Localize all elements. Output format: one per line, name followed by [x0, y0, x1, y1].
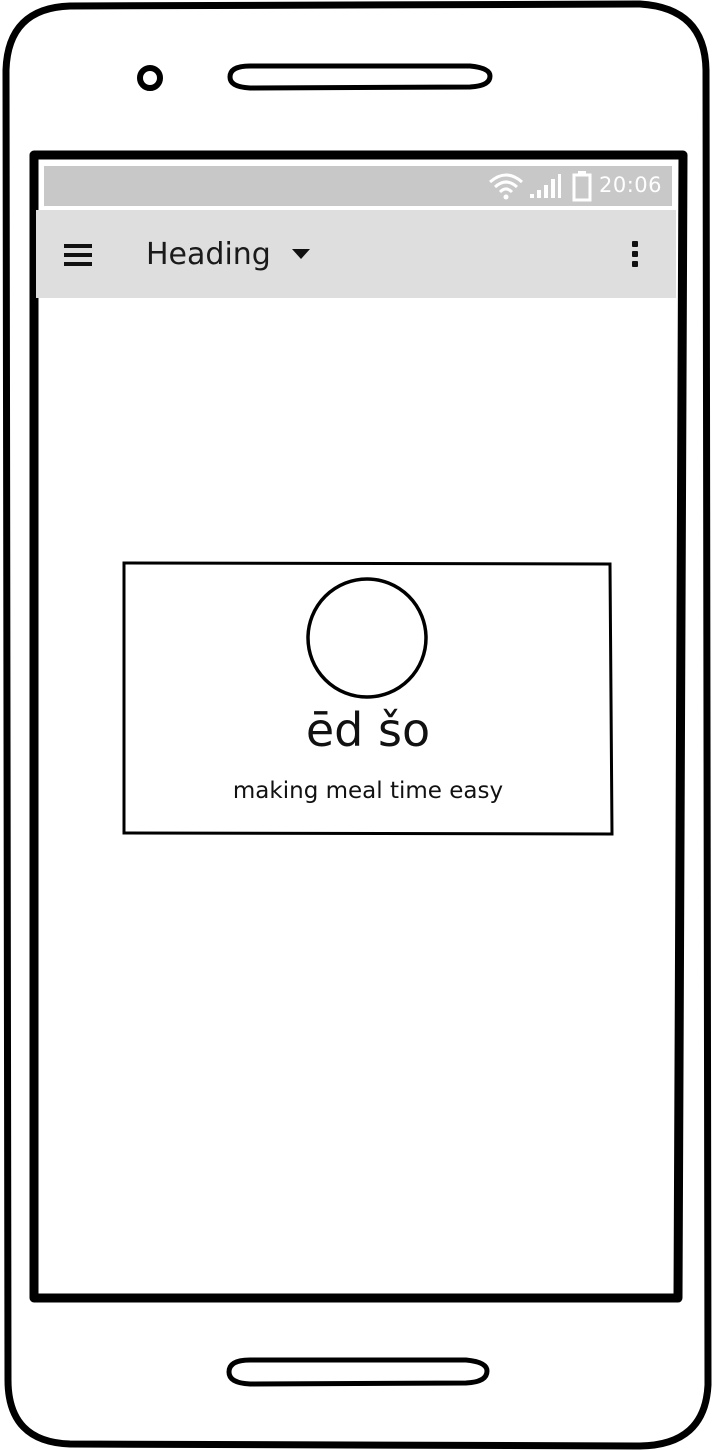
phone-mockup: 20:06 Heading ēd šo making meal time eas… [0, 0, 712, 1450]
battery-icon [572, 171, 592, 202]
more-vertical-icon[interactable] [630, 240, 640, 268]
app-bar: Heading [36, 210, 676, 298]
hamburger-menu-icon[interactable] [64, 242, 94, 268]
heading-dropdown[interactable]: Heading [146, 232, 311, 276]
brand-tagline: making meal time easy [232, 778, 504, 804]
wifi-icon [489, 173, 523, 200]
status-bar: 20:06 [44, 166, 672, 206]
brand-name: ēd šo [305, 703, 431, 757]
status-time: 20:06 [598, 173, 662, 197]
signal-icon [530, 174, 561, 198]
caret-down-icon [291, 249, 310, 259]
app-bar-title: Heading [146, 236, 271, 272]
